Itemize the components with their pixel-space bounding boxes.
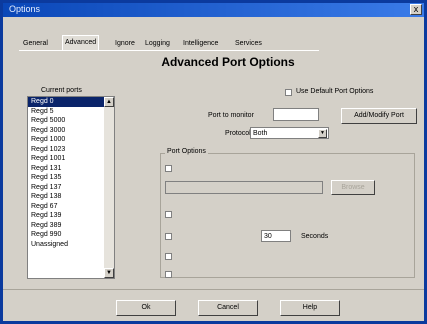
- ports-list-item[interactable]: Regd 990: [28, 230, 114, 240]
- browse-button[interactable]: Browse: [331, 180, 375, 195]
- ports-list-item[interactable]: Regd 1000: [28, 135, 114, 145]
- tab-advanced[interactable]: Advanced: [62, 35, 100, 51]
- tab-ignore[interactable]: Ignore: [113, 37, 137, 50]
- protocol-label: Protocol: [225, 130, 251, 137]
- page-title: Advanced Port Options: [161, 55, 295, 69]
- port-options-label: Port Options: [165, 148, 208, 155]
- option-checkbox-5[interactable]: [165, 271, 172, 278]
- ports-list-item[interactable]: Regd 131: [28, 164, 114, 174]
- option-checkbox-3[interactable]: [165, 233, 172, 240]
- window-title: Options: [9, 4, 41, 14]
- add-modify-port-button[interactable]: Add/Modify Port: [341, 108, 417, 124]
- path-input[interactable]: [165, 181, 323, 194]
- protocol-select[interactable]: Both ▼: [250, 127, 329, 139]
- option-checkbox-1[interactable]: [165, 165, 172, 172]
- tab-logging[interactable]: Logging: [143, 37, 172, 50]
- ports-list-item[interactable]: Regd 5: [28, 107, 114, 117]
- scroll-down-icon[interactable]: ▼: [104, 268, 114, 278]
- port-number-input[interactable]: [273, 108, 319, 121]
- port-number-label: Port to monitor: [208, 112, 254, 119]
- ports-listbox[interactable]: Regd 0 Regd 5 Regd 5000 Regd 3000 Regd 1000 R…: [27, 96, 115, 279]
- tab-intelligence[interactable]: Intelligence: [181, 37, 220, 50]
- close-button[interactable]: x: [410, 4, 422, 15]
- use-default-checkbox[interactable]: [285, 89, 292, 96]
- ports-list-item[interactable]: Regd 138: [28, 192, 114, 202]
- ports-list-item[interactable]: Regd 67: [28, 202, 114, 212]
- cancel-button[interactable]: Cancel: [198, 300, 258, 316]
- footer-divider: [3, 289, 424, 290]
- options-window: Options x General Advanced Ignore Loggin…: [0, 0, 427, 324]
- current-ports-label: Current ports: [41, 87, 82, 94]
- ports-list-item[interactable]: Unassigned: [28, 240, 114, 250]
- tab-general[interactable]: General: [21, 37, 50, 50]
- option-checkbox-4[interactable]: [165, 253, 172, 260]
- ports-list-item[interactable]: Regd 1023: [28, 145, 114, 155]
- seconds-input[interactable]: 30: [261, 230, 291, 242]
- tab-divider: [19, 50, 319, 51]
- ports-list-item[interactable]: Regd 3000: [28, 126, 114, 136]
- tab-services[interactable]: Services: [233, 37, 264, 50]
- title-bar: Options x: [3, 3, 424, 17]
- ports-list-item[interactable]: Regd 0: [28, 97, 114, 107]
- seconds-label: Seconds: [301, 233, 329, 240]
- ok-button[interactable]: Ok: [116, 300, 176, 316]
- ports-list-item[interactable]: Regd 135: [28, 173, 114, 183]
- chevron-down-icon[interactable]: ▼: [318, 129, 327, 138]
- ports-scrollbar[interactable]: ▲ ▼: [104, 97, 114, 278]
- port-options-group: [160, 153, 415, 278]
- ports-list-item[interactable]: Regd 389: [28, 221, 114, 231]
- ports-list-item[interactable]: Regd 1001: [28, 154, 114, 164]
- scroll-up-icon[interactable]: ▲: [104, 97, 114, 107]
- ports-list-item[interactable]: Regd 139: [28, 211, 114, 221]
- use-default-label: Use Default Port Options: [296, 88, 374, 95]
- ports-list-item[interactable]: Regd 5000: [28, 116, 114, 126]
- ports-list-item[interactable]: Regd 137: [28, 183, 114, 193]
- protocol-value: Both: [253, 130, 268, 137]
- option-checkbox-2[interactable]: [165, 211, 172, 218]
- help-button[interactable]: Help: [280, 300, 340, 316]
